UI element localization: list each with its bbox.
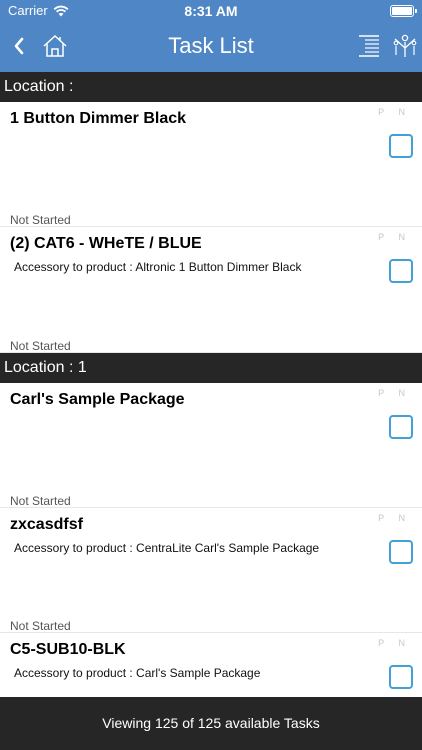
status-bar: Carrier 8:31 AM (0, 0, 422, 22)
task-title: Carl's Sample Package (10, 391, 185, 408)
task-row[interactable]: 1 Button Dimmer Black P N Not Started (0, 102, 422, 227)
task-description: Accessory to product : CentraLite Carl's… (14, 541, 320, 555)
task-checkbox[interactable] (389, 259, 413, 283)
task-checkbox[interactable] (389, 665, 413, 689)
battery-icon (390, 5, 417, 17)
task-checkbox[interactable] (389, 134, 413, 158)
list-button[interactable] (354, 32, 384, 60)
task-checkbox[interactable] (389, 415, 413, 439)
task-title: 1 Button Dimmer Black (10, 110, 187, 127)
status-time: 8:31 AM (184, 3, 238, 19)
task-title: (2) CAT6 - WHeTE / BLUE (10, 235, 202, 252)
header: Carrier 8:31 AM Task List (0, 0, 422, 72)
task-description: Accessory to product : Altronic 1 Button… (14, 260, 302, 274)
pn-indicator: P N (378, 638, 411, 648)
task-row[interactable]: (2) CAT6 - WHeTE / BLUE Accessory to pro… (0, 227, 422, 353)
people-icon (393, 34, 417, 57)
navbar: Task List (0, 24, 422, 68)
section-header: Location : 1 (0, 353, 422, 383)
task-description: Accessory to product : Carl's Sample Pac… (14, 666, 261, 680)
task-title: C5-SUB10-BLK (10, 641, 126, 658)
people-button[interactable] (390, 32, 420, 60)
task-status: Not Started (10, 619, 71, 633)
list-icon (359, 35, 379, 57)
task-title: zxcasdfsf (10, 516, 83, 533)
task-status: Not Started (10, 213, 71, 227)
pn-indicator: P N (378, 388, 411, 398)
task-row[interactable]: C5-SUB10-BLK Accessory to product : Carl… (0, 633, 422, 697)
pn-indicator: P N (378, 513, 411, 523)
section-header: Location : (0, 72, 422, 102)
pn-indicator: P N (378, 232, 411, 242)
footer-summary: Viewing 125 of 125 available Tasks (0, 697, 422, 750)
pn-indicator: P N (378, 107, 411, 117)
task-row[interactable]: zxcasdfsf Accessory to product : CentraL… (0, 508, 422, 633)
task-row[interactable]: Carl's Sample Package P N Not Started (0, 383, 422, 508)
task-status: Not Started (10, 494, 71, 508)
task-status: Not Started (10, 339, 71, 353)
task-checkbox[interactable] (389, 540, 413, 564)
